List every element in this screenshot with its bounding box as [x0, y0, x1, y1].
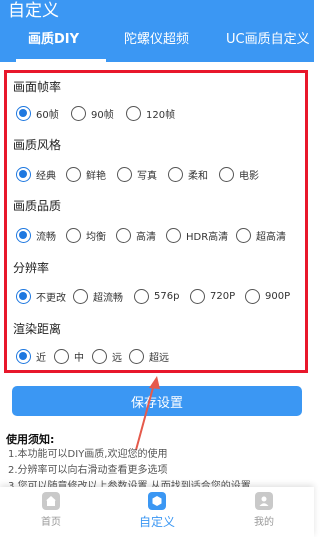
option-hd[interactable]: 高清: [116, 225, 156, 245]
tab-graphics-diy[interactable]: 画质DIY: [28, 30, 79, 50]
tab-bar: 画质DIY 陀螺仪超频 UC画质自定义: [0, 26, 314, 62]
radio-icon[interactable]: [129, 348, 144, 364]
option-realistic[interactable]: 写真: [117, 164, 157, 184]
option-label: 经典: [36, 170, 56, 182]
option-label: 超流畅: [93, 292, 123, 304]
radio-icon[interactable]: [245, 288, 260, 304]
option-label: 鲜艳: [86, 170, 106, 182]
option-no-change[interactable]: 不更改: [16, 286, 66, 306]
option-label: 720P: [210, 290, 236, 302]
radio-icon[interactable]: [166, 227, 181, 243]
nav-home[interactable]: 首页: [21, 492, 81, 528]
radio-icon[interactable]: [92, 348, 107, 364]
radio-icon[interactable]: [168, 166, 183, 182]
option-label: 900P: [265, 290, 291, 302]
radio-icon[interactable]: [236, 227, 251, 243]
option-smooth[interactable]: 流畅: [16, 225, 56, 245]
option-720p[interactable]: 720P: [190, 286, 235, 306]
option-60fps[interactable]: 60帧: [16, 103, 59, 123]
option-classic[interactable]: 经典: [16, 164, 56, 184]
radio-icon[interactable]: [219, 166, 234, 182]
option-near[interactable]: 近: [16, 346, 46, 366]
render-distance-options: 近 中 远 超远: [16, 346, 305, 366]
section-title-quality: 画质品质: [13, 199, 62, 213]
option-label: 576p: [154, 290, 180, 302]
usage-note-1: 1.本功能可以DIY画质,欢迎您的使用: [8, 449, 168, 460]
radio-icon[interactable]: [126, 105, 141, 121]
option-label: 60帧: [36, 109, 59, 121]
app-title: 自定义: [8, 1, 59, 21]
option-label: 中: [74, 352, 84, 364]
option-label: 写真: [137, 170, 157, 182]
usage-notes-title: 使用须知:: [6, 433, 55, 446]
section-title-style: 画质风格: [13, 138, 62, 152]
radio-icon[interactable]: [116, 227, 131, 243]
option-ultra-far[interactable]: 超远: [129, 346, 169, 366]
option-hdr-hd[interactable]: HDR高清: [166, 225, 228, 245]
option-vivid[interactable]: 鲜艳: [66, 164, 106, 184]
option-label: 90帧: [91, 109, 114, 121]
option-576p[interactable]: 576p: [134, 286, 179, 306]
option-120fps[interactable]: 120帧: [126, 103, 175, 123]
section-title-render-distance: 渲染距离: [13, 322, 62, 336]
option-label: 不更改: [36, 292, 66, 304]
nav-customize-label: 自定义: [138, 515, 175, 529]
option-label: 电影: [239, 170, 259, 182]
option-far[interactable]: 远: [92, 346, 122, 366]
option-label: 超高清: [256, 231, 286, 243]
section-title-resolution: 分辨率: [13, 261, 50, 275]
radio-icon[interactable]: [117, 166, 132, 182]
option-label: 超远: [149, 352, 169, 364]
option-ultra-hd[interactable]: 超高清: [236, 225, 286, 245]
radio-selected-icon[interactable]: [16, 227, 31, 243]
option-label: 柔和: [188, 170, 208, 182]
radio-icon[interactable]: [190, 288, 205, 304]
nav-home-label: 首页: [41, 517, 61, 528]
quality-options: 流畅 均衡 高清 HDR高清 超高清: [16, 225, 305, 245]
frame-rate-options: 60帧 90帧 120帧: [16, 103, 305, 123]
nav-profile[interactable]: 我的: [234, 492, 294, 528]
radio-icon[interactable]: [66, 227, 81, 243]
app-header: 自定义 画质DIY 陀螺仪超频 UC画质自定义: [0, 0, 314, 62]
nav-customize[interactable]: 自定义: [127, 492, 187, 530]
settings-panel: 画面帧率 60帧 90帧 120帧 画质风格 经典 鲜艳 写真 柔和 电影 画质…: [4, 70, 308, 373]
option-soft[interactable]: 柔和: [168, 164, 208, 184]
option-label: 高清: [136, 231, 156, 243]
radio-icon[interactable]: [73, 288, 88, 304]
radio-selected-icon[interactable]: [16, 105, 31, 121]
option-label: HDR高清: [186, 231, 229, 243]
profile-icon: [255, 492, 273, 510]
nav-profile-label: 我的: [254, 517, 274, 528]
style-options: 经典 鲜艳 写真 柔和 电影: [16, 164, 305, 184]
save-settings-button[interactable]: 保存设置: [12, 386, 302, 416]
section-title-frame-rate: 画面帧率: [13, 80, 62, 94]
home-icon: [42, 492, 60, 510]
option-label: 流畅: [36, 231, 56, 243]
tab-uc-graphics-custom[interactable]: UC画质自定义: [226, 30, 310, 50]
radio-selected-icon[interactable]: [16, 166, 31, 182]
customize-icon: [148, 492, 166, 510]
resolution-options[interactable]: 不更改 超流畅 576p 720P 900P: [16, 286, 305, 306]
option-90fps[interactable]: 90帧: [71, 103, 114, 123]
option-label: 120帧: [146, 109, 176, 121]
radio-icon[interactable]: [71, 105, 86, 121]
option-balanced[interactable]: 均衡: [66, 225, 106, 245]
usage-note-2: 2.分辨率可以向右滑动查看更多选项: [8, 465, 168, 476]
radio-selected-icon[interactable]: [16, 288, 31, 304]
option-super-smooth[interactable]: 超流畅: [73, 286, 123, 306]
option-label: 远: [112, 352, 122, 364]
option-label: 近: [36, 352, 46, 364]
tab-gyroscope-overclock[interactable]: 陀螺仪超频: [124, 30, 189, 50]
radio-selected-icon[interactable]: [16, 348, 31, 364]
option-label: 均衡: [86, 231, 106, 243]
radio-icon[interactable]: [54, 348, 69, 364]
radio-icon[interactable]: [66, 166, 81, 182]
bottom-navigation: 首页 自定义 我的: [0, 487, 314, 537]
option-900p[interactable]: 900P: [245, 286, 290, 306]
radio-icon[interactable]: [134, 288, 149, 304]
option-medium[interactable]: 中: [54, 346, 84, 366]
option-movie[interactable]: 电影: [219, 164, 259, 184]
active-tab-indicator: [16, 59, 106, 62]
